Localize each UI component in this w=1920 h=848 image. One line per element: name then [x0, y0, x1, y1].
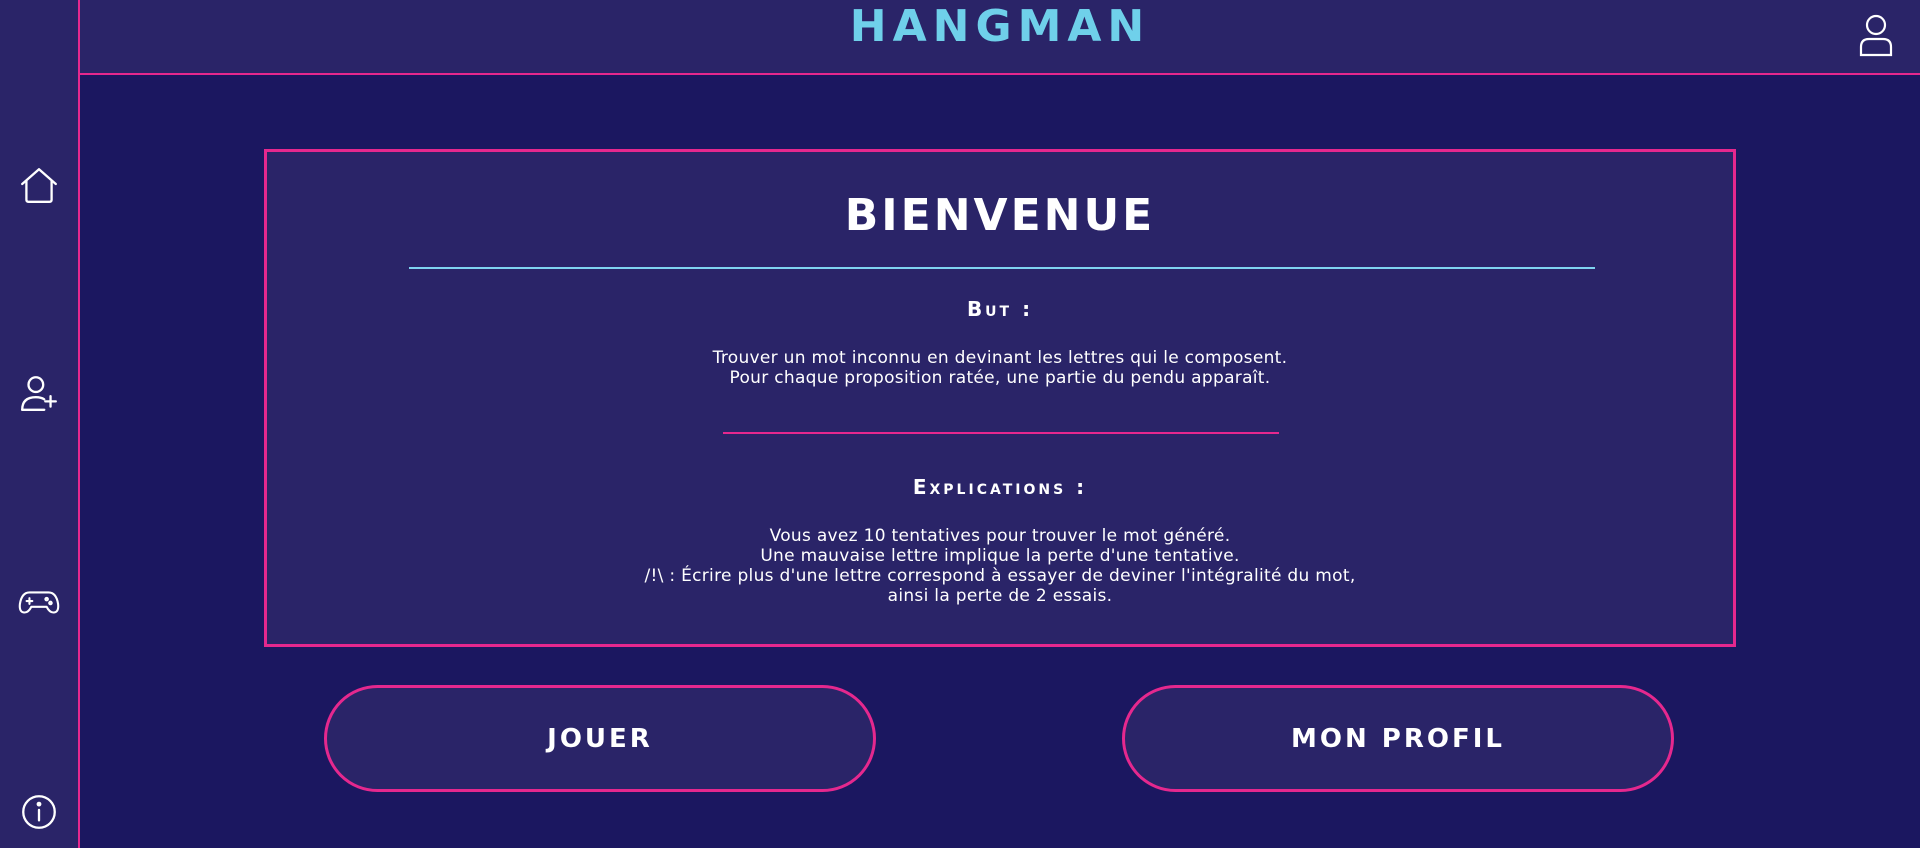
home-icon[interactable]	[15, 161, 63, 209]
explanation-line: Vous avez 10 tentatives pour trouver le …	[769, 526, 1231, 546]
section-divider	[723, 432, 1279, 434]
page-title: BIENVENUE	[844, 190, 1156, 241]
app-logo[interactable]: HANGMAN	[80, 2, 1920, 52]
goal-line: Trouver un mot inconnu en devinant les l…	[712, 348, 1288, 368]
welcome-card: BIENVENUE But : Trouver un mot inconnu e…	[264, 149, 1736, 647]
title-divider	[409, 267, 1595, 269]
goal-heading: But :	[966, 297, 1034, 321]
goal-line: Pour chaque proposition ratée, une parti…	[729, 368, 1271, 388]
explanations-heading: Explications :	[912, 475, 1088, 499]
sidebar	[0, 0, 80, 848]
explanation-line: /!\ : Écrire plus d'une lettre correspon…	[644, 566, 1356, 586]
profile-button[interactable]: MON PROFIL	[1122, 685, 1674, 792]
play-button[interactable]: JOUER	[324, 685, 876, 792]
goal-text: Trouver un mot inconnu en devinant les l…	[267, 348, 1733, 388]
info-icon[interactable]	[15, 788, 63, 836]
gamepad-icon[interactable]	[15, 578, 63, 626]
explanation-line: ainsi la perte de 2 essais.	[887, 586, 1113, 606]
explanation-line: Une mauvaise lettre implique la perte d'…	[760, 546, 1240, 566]
add-user-icon[interactable]	[15, 369, 63, 417]
top-header: HANGMAN	[80, 0, 1920, 75]
user-icon[interactable]	[1854, 12, 1898, 58]
explanations-text: Vous avez 10 tentatives pour trouver le …	[267, 526, 1733, 606]
